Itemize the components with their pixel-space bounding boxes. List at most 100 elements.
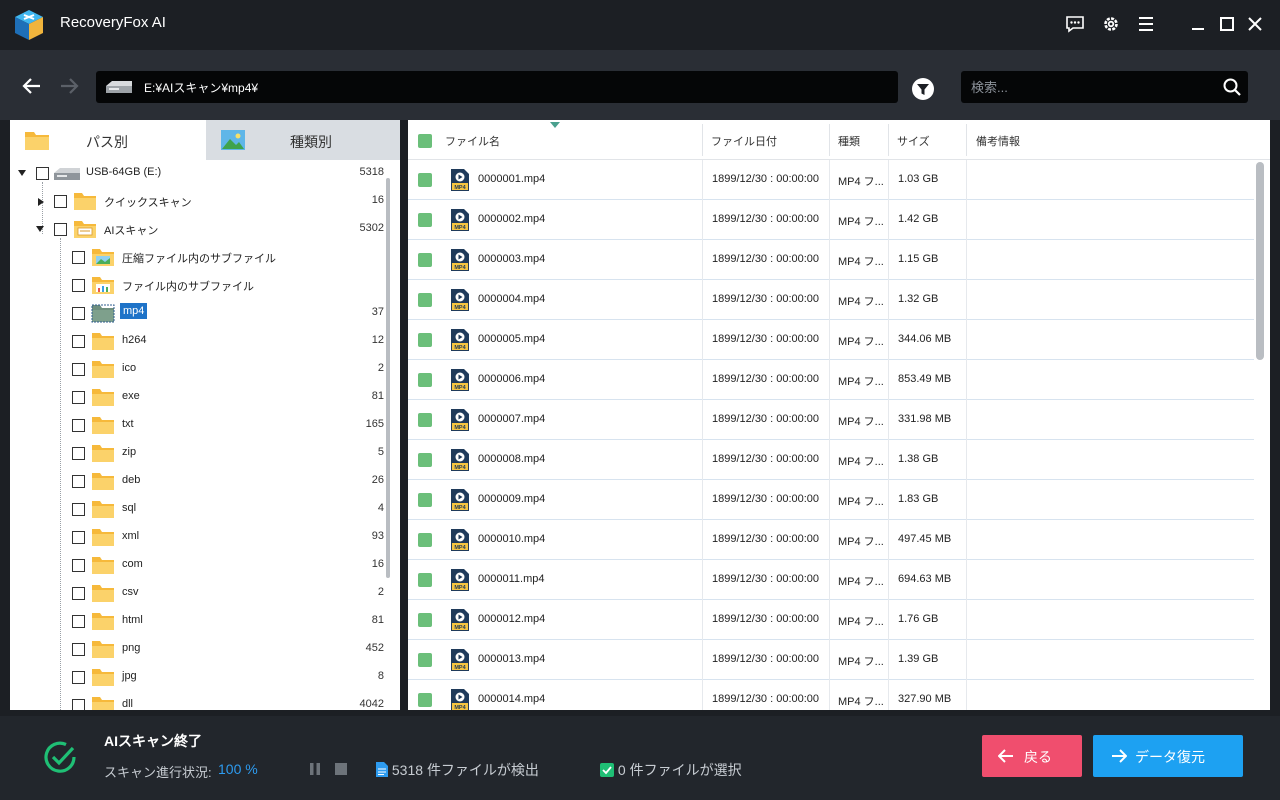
tree-checkbox[interactable] [72,671,85,684]
table-row[interactable]: MP4 0000013.mp4 1899/12/30 : 00:00:00 MP4 フ… [408,640,1254,680]
column-header-size[interactable]: サイズ [897,133,930,149]
tree-checkbox[interactable] [72,587,85,600]
tree-checkbox[interactable] [72,643,85,656]
maximize-button[interactable] [1213,10,1241,38]
column-separator[interactable] [829,124,830,156]
feedback-button[interactable] [1061,10,1089,38]
column-separator[interactable] [966,124,967,156]
tree-checkbox[interactable] [72,503,85,516]
row-checkbox[interactable] [418,173,432,187]
tree-checkbox[interactable] [72,475,85,488]
tree-item-txt[interactable]: txt 165 [10,412,388,440]
column-separator[interactable] [888,124,889,156]
table-row[interactable]: MP4 0000003.mp4 1899/12/30 : 00:00:00 MP4 フ… [408,240,1254,280]
settings-button[interactable] [1097,10,1125,38]
table-row[interactable]: MP4 0000010.mp4 1899/12/30 : 00:00:00 MP4 フ… [408,520,1254,560]
back-button[interactable]: 戻る [982,735,1082,777]
row-checkbox[interactable] [418,373,432,387]
tree-item-drive[interactable]: USB-64GB (E:) 5318 [10,160,388,188]
expand-icon[interactable] [18,170,26,176]
tree-item-mp4[interactable]: mp4 37 [10,300,388,328]
expand-icon[interactable] [36,226,44,232]
table-row[interactable]: MP4 0000001.mp4 1899/12/30 : 00:00:00 MP4 フ… [408,160,1254,200]
tree-checkbox[interactable] [72,279,85,292]
row-checkbox[interactable] [418,533,432,547]
tree-checkbox[interactable] [72,419,85,432]
tree-checkbox[interactable] [36,167,49,180]
tree-checkbox[interactable] [72,699,85,710]
tree-item-quick-scan[interactable]: クイックスキャン 16 [10,188,388,216]
tree-item-dll[interactable]: dll 4042 [10,692,388,710]
row-checkbox[interactable] [418,693,432,707]
tree-checkbox[interactable] [72,363,85,376]
tree-checkbox[interactable] [72,615,85,628]
column-header-notes[interactable]: 備考情報 [976,133,1020,149]
tree-checkbox[interactable] [72,559,85,572]
row-checkbox[interactable] [418,453,432,467]
row-checkbox[interactable] [418,413,432,427]
tree-item-html[interactable]: html 81 [10,608,388,636]
tree-scrollbar[interactable] [386,178,390,578]
row-checkbox[interactable] [418,653,432,667]
row-checkbox[interactable] [418,213,432,227]
row-checkbox[interactable] [418,253,432,267]
tree-checkbox[interactable] [72,307,85,320]
close-button[interactable] [1241,10,1269,38]
tab-by-type[interactable]: 種類別 [206,120,400,160]
tree-item-csv[interactable]: csv 2 [10,580,388,608]
search-input[interactable] [971,77,1211,97]
recover-button[interactable]: データ復元 [1093,735,1243,777]
tree-item-jpg[interactable]: jpg 8 [10,664,388,692]
tree-checkbox[interactable] [72,251,85,264]
select-all-checkbox[interactable] [418,134,432,148]
menu-button[interactable] [1132,10,1160,38]
minimize-button[interactable] [1184,10,1212,38]
table-row[interactable]: MP4 0000007.mp4 1899/12/30 : 00:00:00 MP4 フ… [408,400,1254,440]
column-header-name[interactable]: ファイル名 [445,133,500,149]
sort-caret-icon[interactable] [550,122,560,128]
file-list-scrollbar[interactable] [1256,162,1264,360]
expand-icon[interactable] [38,198,44,206]
tree-item-ai-scan[interactable]: AIスキャン 5302 [10,216,388,244]
tab-by-path[interactable]: パス別 [10,120,206,160]
table-row[interactable]: MP4 0000009.mp4 1899/12/30 : 00:00:00 MP4 フ… [408,480,1254,520]
tree-item-exe[interactable]: exe 81 [10,384,388,412]
tree-checkbox[interactable] [54,223,67,236]
tree-item-xml[interactable]: xml 93 [10,524,388,552]
tree-item-zip[interactable]: zip 5 [10,440,388,468]
table-row[interactable]: MP4 0000005.mp4 1899/12/30 : 00:00:00 MP4 フ… [408,320,1254,360]
table-row[interactable]: MP4 0000012.mp4 1899/12/30 : 00:00:00 MP4 フ… [408,600,1254,640]
table-row[interactable]: MP4 0000011.mp4 1899/12/30 : 00:00:00 MP4 フ… [408,560,1254,600]
row-checkbox[interactable] [418,493,432,507]
tree-item-file-subfiles[interactable]: ファイル内のサブファイル [10,272,388,300]
pause-icon[interactable] [309,763,321,775]
search-icon[interactable] [1222,77,1242,97]
row-checkbox[interactable] [418,293,432,307]
tree-item-png[interactable]: png 452 [10,636,388,664]
tree-checkbox[interactable] [72,335,85,348]
tree-item-deb[interactable]: deb 26 [10,468,388,496]
tree-item-archive-subfiles[interactable]: 圧縮ファイル内のサブファイル [10,244,388,272]
row-checkbox[interactable] [418,613,432,627]
tree-checkbox[interactable] [72,391,85,404]
table-row[interactable]: MP4 0000004.mp4 1899/12/30 : 00:00:00 MP4 フ… [408,280,1254,320]
row-checkbox[interactable] [418,333,432,347]
tree-item-sql[interactable]: sql 4 [10,496,388,524]
table-row[interactable]: MP4 0000014.mp4 1899/12/30 : 00:00:00 MP4 フ… [408,680,1254,710]
row-checkbox[interactable] [418,573,432,587]
column-separator[interactable] [702,124,703,156]
tree-checkbox[interactable] [72,531,85,544]
filter-icon[interactable] [911,77,935,101]
table-row[interactable]: MP4 0000006.mp4 1899/12/30 : 00:00:00 MP4 フ… [408,360,1254,400]
stop-icon[interactable] [335,763,347,775]
tree-item-h264[interactable]: h264 12 [10,328,388,356]
tree-item-com[interactable]: com 16 [10,552,388,580]
back-arrow-icon[interactable] [20,74,44,98]
forward-arrow-icon[interactable] [57,74,81,98]
table-row[interactable]: MP4 0000002.mp4 1899/12/30 : 00:00:00 MP4 フ… [408,200,1254,240]
tree-checkbox[interactable] [54,195,67,208]
column-header-date[interactable]: ファイル日付 [711,133,777,149]
tree-checkbox[interactable] [72,447,85,460]
table-row[interactable]: MP4 0000008.mp4 1899/12/30 : 00:00:00 MP4 フ… [408,440,1254,480]
column-header-type[interactable]: 種類 [838,133,860,149]
